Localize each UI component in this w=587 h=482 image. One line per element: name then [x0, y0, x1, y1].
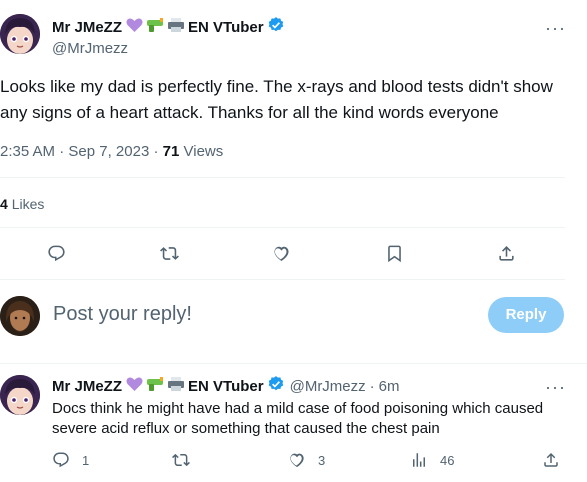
likes-summary[interactable]: 4 Likes: [0, 196, 44, 212]
like-icon[interactable]: [272, 244, 291, 263]
divider: [0, 177, 565, 178]
reply-composer-input[interactable]: Post your reply!: [53, 303, 192, 326]
likes-label: Likes: [11, 196, 45, 212]
views-label: Views: [183, 143, 224, 160]
retweet-icon[interactable]: [160, 244, 179, 263]
reply-text-line-2: severe acid reflux or something that cau…: [52, 420, 440, 437]
tweet-time[interactable]: 2:35 AM: [0, 143, 55, 160]
reply-reply-action[interactable]: 1: [52, 451, 89, 469]
reply-author-name-suffix[interactable]: EN VTuber: [188, 378, 264, 395]
reply-count: 1: [82, 452, 90, 468]
author-handle[interactable]: @MrJmezz: [52, 40, 128, 57]
author-name[interactable]: Mr JMeZZ: [52, 19, 122, 36]
reply-text-line-1: Docs think he might have had a mild case…: [52, 400, 544, 417]
reply-author-name[interactable]: Mr JMeZZ: [52, 378, 122, 395]
author-name-suffix[interactable]: EN VTuber: [188, 19, 264, 36]
divider: [0, 363, 587, 364]
verified-badge-icon: [267, 16, 285, 39]
reply-like-action[interactable]: 3: [288, 451, 325, 469]
reply-separator: ·: [369, 377, 375, 395]
reply-time[interactable]: 6m: [379, 378, 400, 395]
reply-share-action[interactable]: [542, 451, 560, 469]
reply-more-options-icon[interactable]: ···: [545, 377, 566, 398]
reply-author-avatar[interactable]: [0, 375, 40, 415]
purple-heart-icon: [126, 17, 143, 38]
current-user-avatar[interactable]: [0, 296, 40, 336]
verified-badge-icon: [267, 375, 285, 398]
reply-icon[interactable]: [47, 244, 66, 263]
reply-retweet-action[interactable]: [172, 451, 202, 469]
author-avatar[interactable]: [0, 14, 40, 54]
reply-author-handle[interactable]: @MrJmezz: [290, 378, 366, 395]
divider: [0, 227, 565, 228]
printer-icon: [167, 17, 185, 38]
meta-separator: ·: [153, 143, 159, 160]
printer-icon: [167, 376, 185, 397]
tweet-date[interactable]: Sep 7, 2023: [68, 143, 149, 160]
tweet-meta: 2:35 AM · Sep 7, 2023 · 71 Views: [0, 143, 223, 160]
like-count: 3: [318, 452, 326, 468]
tweet-text: Looks like my dad is perfectly fine. The…: [0, 77, 553, 122]
share-icon[interactable]: [497, 244, 516, 263]
bookmark-icon[interactable]: [385, 244, 404, 263]
reply-views-action[interactable]: 46: [410, 451, 454, 469]
views-count: 71: [162, 143, 180, 160]
more-options-icon[interactable]: ···: [545, 18, 566, 39]
water-gun-icon: [145, 376, 165, 397]
likes-count: 4: [0, 196, 8, 212]
divider: [0, 279, 565, 280]
water-gun-icon: [145, 17, 165, 38]
purple-heart-icon: [126, 376, 143, 397]
views-count: 46: [440, 452, 455, 468]
reply-button[interactable]: Reply: [488, 297, 564, 333]
meta-separator: ·: [59, 143, 65, 160]
